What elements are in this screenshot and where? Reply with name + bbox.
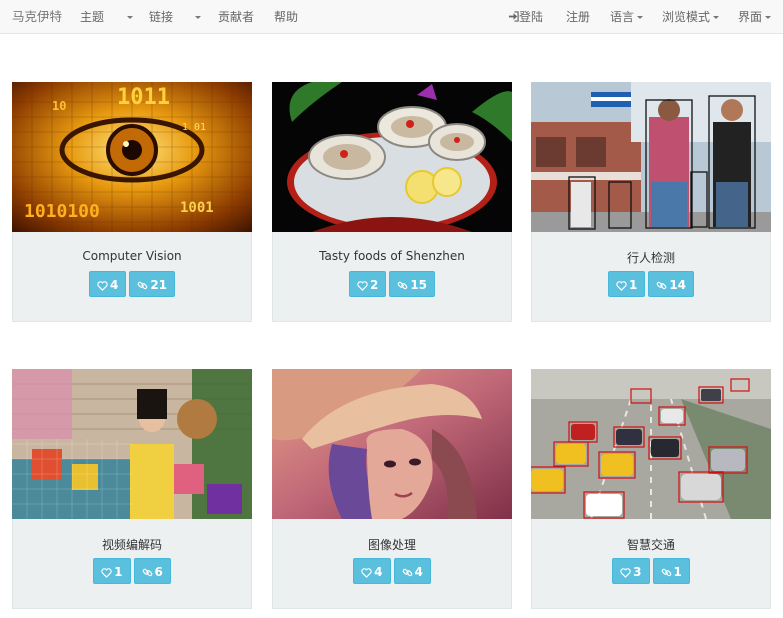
sign-in-icon [508, 11, 519, 22]
register-link[interactable]: 注册 [566, 0, 590, 34]
topic-card: Tasty foods of Shenzhen 2 15 [272, 82, 512, 322]
topic-title[interactable]: Tasty foods of Shenzhen [273, 249, 511, 263]
heart-icon [97, 281, 108, 291]
topic-title[interactable]: 视频编解码 [13, 536, 251, 553]
svg-text:1 01: 1 01 [182, 122, 206, 133]
links-button[interactable]: 15 [389, 271, 436, 297]
links-count: 1 [673, 565, 682, 579]
svg-text:1001: 1001 [180, 200, 214, 216]
heart-icon [101, 568, 112, 578]
link-icon [137, 281, 148, 290]
link-icon [656, 281, 667, 290]
link-icon [661, 568, 671, 577]
interface-menu[interactable]: 界面 [738, 0, 772, 34]
topic-card: 1011 1010100 1001 10 1 01 Computer Visio… [12, 82, 252, 322]
links-button[interactable]: 4 [393, 558, 431, 584]
browse-mode-label: 浏览模式 [662, 10, 711, 24]
language-label: 语言 [610, 10, 635, 24]
help-link[interactable]: 帮助 [274, 0, 298, 34]
like-count: 4 [109, 278, 119, 292]
topic-thumbnail-smart-traffic[interactable] [531, 369, 771, 519]
heart-icon [620, 568, 631, 578]
links-button[interactable]: 21 [129, 271, 176, 297]
links-count: 14 [669, 278, 687, 292]
link-icon [402, 568, 412, 577]
heart-icon [361, 568, 372, 578]
svg-text:1011: 1011 [117, 85, 170, 110]
topic-thumbnail-pedestrian-detection[interactable] [531, 82, 771, 232]
topic-card: 图像处理 4 4 [272, 369, 512, 609]
top-navbar: 马克伊特 主题 链接 贡献者 帮助 登陆 注册 语言 浏览模式 界面 [0, 0, 783, 34]
like-count: 4 [374, 565, 383, 579]
heart-icon [357, 281, 368, 291]
topics-menu[interactable]: 主题 [80, 0, 104, 34]
like-count: 1 [628, 278, 638, 292]
heart-icon [616, 281, 627, 291]
chevron-down-icon [637, 16, 644, 19]
login-link[interactable]: 登陆 [508, 0, 543, 34]
links-count: 21 [150, 278, 168, 292]
topic-title[interactable]: Computer Vision [13, 249, 251, 263]
browse-mode-menu[interactable]: 浏览模式 [662, 0, 720, 34]
contributors-link[interactable]: 贡献者 [218, 0, 254, 34]
topic-thumbnail-tasty-foods[interactable] [272, 82, 512, 232]
brand-link[interactable]: 马克伊特 [12, 0, 62, 34]
topic-title[interactable]: 智慧交通 [532, 536, 770, 553]
link-icon [142, 568, 152, 577]
topics-dropdown-toggle[interactable] [124, 0, 133, 34]
links-count: 15 [410, 278, 428, 292]
links-button[interactable]: 1 [652, 558, 690, 584]
like-count: 1 [114, 565, 123, 579]
topic-thumbnail-computer-vision[interactable]: 1011 1010100 1001 10 1 01 [12, 82, 252, 232]
language-menu[interactable]: 语言 [610, 0, 644, 34]
chevron-down-icon [765, 16, 772, 19]
chevron-down-icon [195, 16, 201, 19]
links-count: 6 [154, 565, 163, 579]
link-icon [397, 281, 408, 290]
like-button[interactable]: 4 [88, 271, 127, 297]
topic-card: 智慧交通 3 1 [531, 369, 771, 609]
like-count: 3 [633, 565, 642, 579]
topic-title[interactable]: 行人检测 [532, 249, 770, 266]
login-label: 登陆 [519, 10, 544, 24]
chevron-down-icon [127, 16, 133, 19]
topic-thumbnail-image-processing[interactable] [272, 369, 512, 519]
like-button[interactable]: 1 [607, 271, 646, 297]
svg-text:1010100: 1010100 [24, 201, 100, 222]
interface-label: 界面 [738, 10, 763, 24]
chevron-down-icon [713, 16, 720, 19]
like-button[interactable]: 4 [353, 558, 391, 584]
like-count: 2 [369, 278, 379, 292]
topic-thumbnail-video-codec[interactable] [12, 369, 252, 519]
topic-title[interactable]: 图像处理 [273, 536, 511, 553]
topic-card: 行人检测 1 14 [531, 82, 771, 322]
links-count: 4 [414, 565, 423, 579]
topic-card: 视频编解码 1 6 [12, 369, 252, 609]
like-button[interactable]: 2 [348, 271, 387, 297]
links-button[interactable]: 6 [133, 558, 171, 584]
like-button[interactable]: 1 [93, 558, 131, 584]
links-menu[interactable]: 链接 [149, 0, 173, 34]
svg-text:10: 10 [52, 99, 66, 113]
like-button[interactable]: 3 [612, 558, 650, 584]
links-button[interactable]: 14 [648, 271, 695, 297]
links-dropdown-toggle[interactable] [192, 0, 201, 34]
